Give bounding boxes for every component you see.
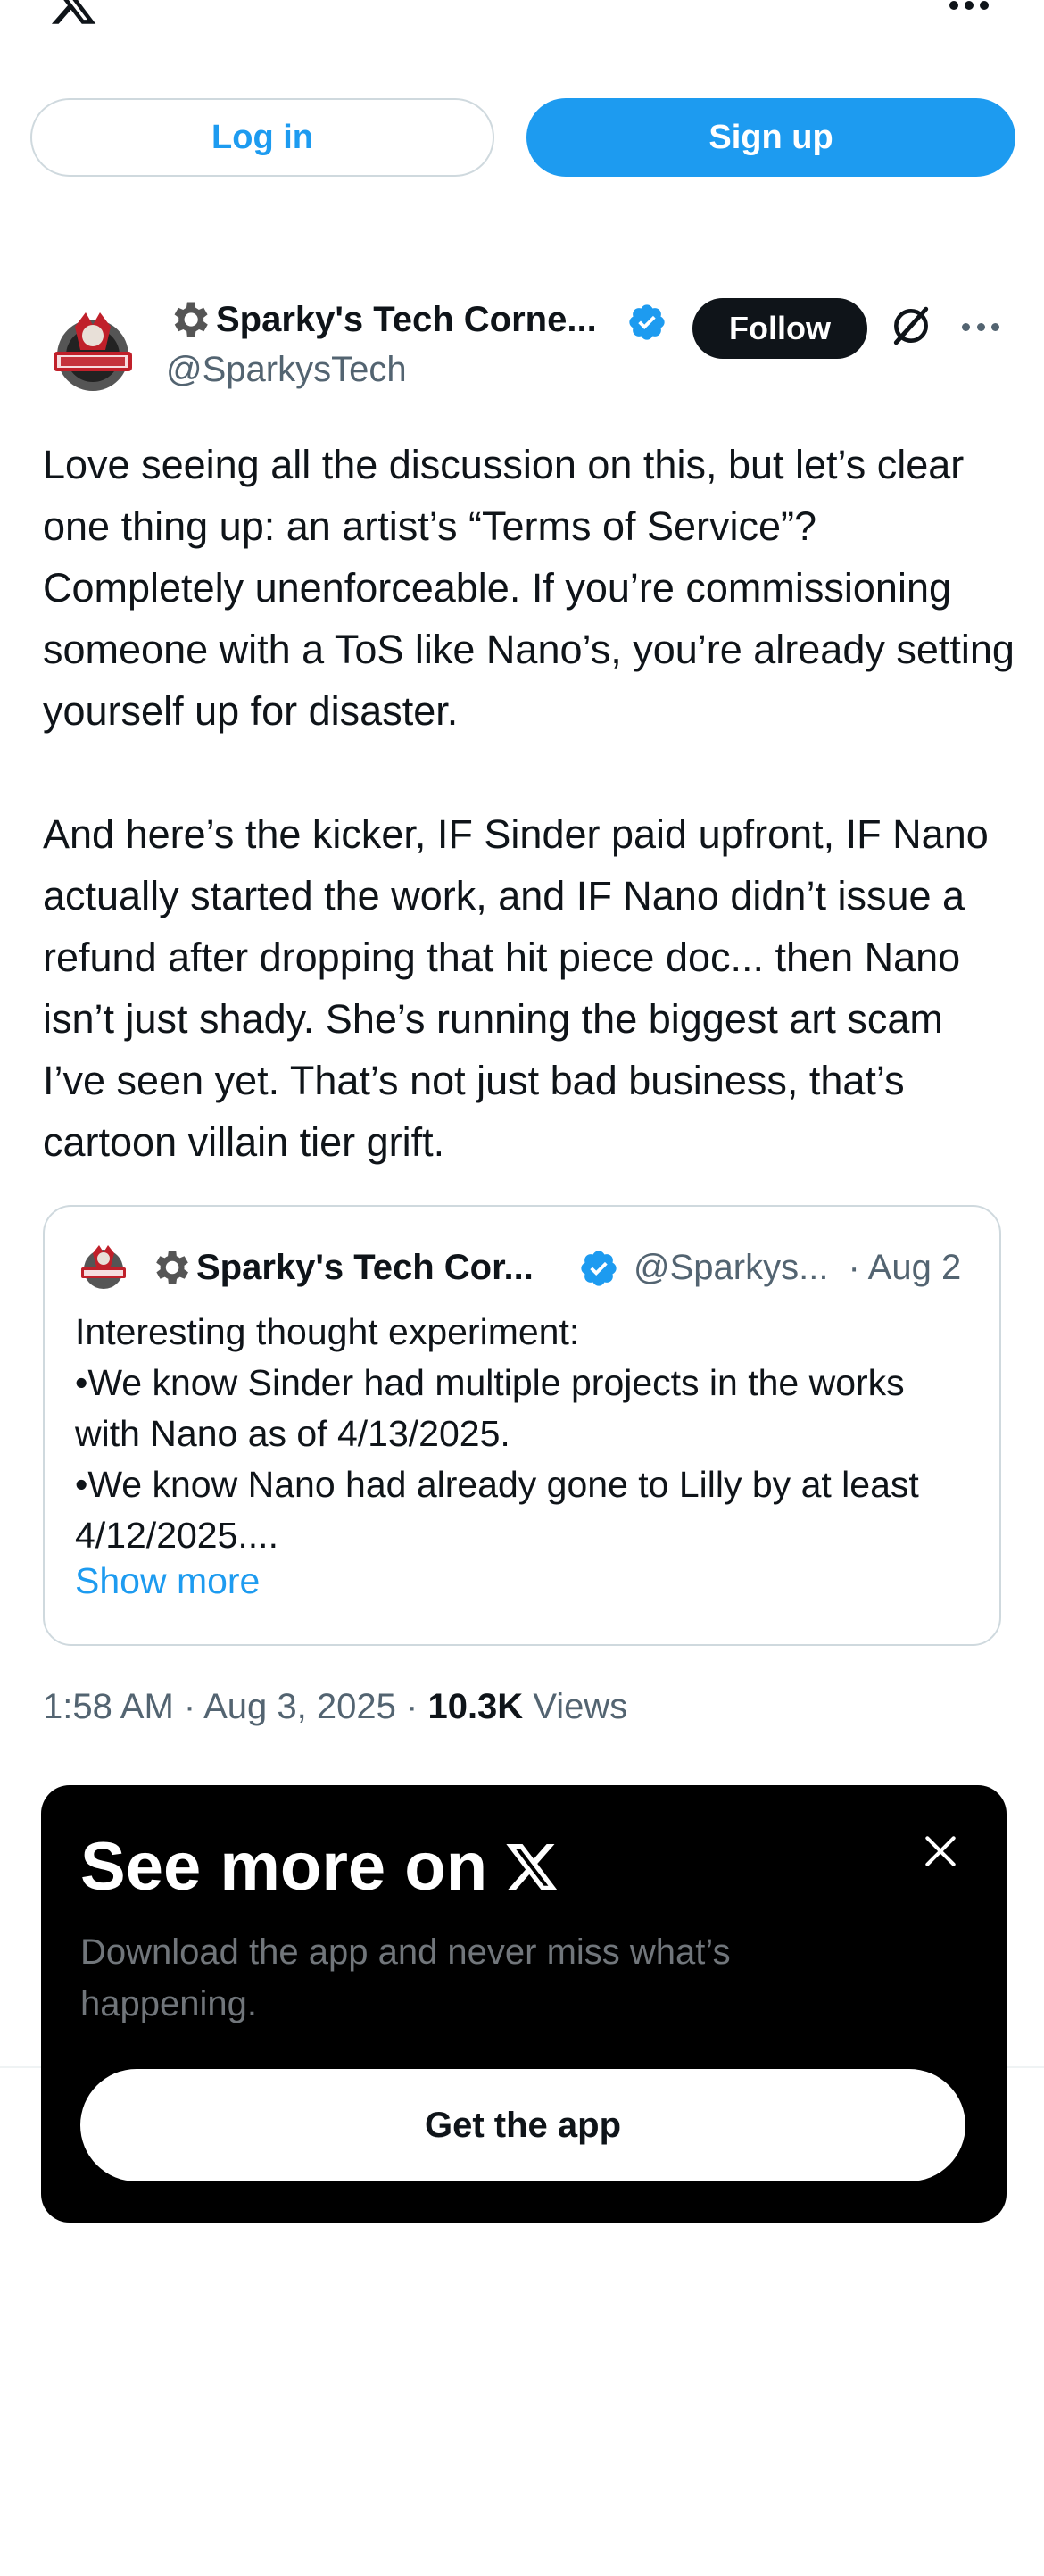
quoted-text: Interesting thought experiment: •We know…	[75, 1307, 976, 1561]
quoted-author-name-text: Sparky's Tech Cor...	[196, 1247, 534, 1287]
follow-button[interactable]: Follow	[692, 298, 867, 359]
show-more-link[interactable]: Show more	[75, 1560, 260, 1602]
verified-badge-icon	[581, 1251, 617, 1286]
separator: ·	[406, 1687, 418, 1726]
app-promo-popup: See more on Download the app and never m…	[41, 1785, 1007, 2223]
tweet-time[interactable]: 1:58 AM	[43, 1687, 174, 1726]
tweet-date[interactable]: Aug 3, 2025	[203, 1687, 396, 1726]
author-name[interactable]: Sparky's Tech Corne...	[166, 295, 597, 345]
quoted-line: •We know Nano had already gone to Lilly …	[75, 1464, 919, 1556]
quoted-handle: @Sparkys...	[634, 1247, 829, 1287]
verified-badge-icon	[629, 304, 665, 340]
tweet-meta: 1:58 AM · Aug 3, 2025 · 10.3K Views	[43, 1687, 627, 1727]
tweet-text: Love seeing all the discussion on this, …	[43, 434, 1015, 1173]
tweet-more-icon[interactable]	[962, 323, 999, 332]
views-count: 10.3K	[427, 1687, 524, 1726]
login-button[interactable]: Log in	[30, 98, 494, 177]
avatar[interactable]	[41, 300, 145, 403]
quoted-date: · Aug 2	[848, 1247, 962, 1287]
quoted-handle-date: @Sparkys... · Aug 2	[634, 1242, 961, 1292]
popup-subtitle: Download the app and never miss what’s h…	[80, 1932, 731, 2023]
gear-icon	[174, 302, 208, 337]
popup-title-text: See more on	[80, 1829, 488, 1905]
get-app-button[interactable]: Get the app	[80, 2069, 965, 2181]
more-options-icon[interactable]	[949, 0, 989, 11]
author-handle[interactable]: @SparkysTech	[166, 350, 407, 390]
x-logo-icon	[506, 1843, 559, 1890]
signup-button[interactable]: Sign up	[526, 98, 1015, 177]
author-name-text: Sparky's Tech Corne...	[216, 299, 597, 339]
quoted-avatar	[75, 1239, 132, 1296]
popup-title: See more on	[80, 1828, 560, 1906]
close-icon[interactable]	[921, 1832, 960, 1871]
grok-icon[interactable]	[889, 303, 933, 348]
quoted-author-name: Sparky's Tech Cor...	[148, 1241, 534, 1294]
quoted-tweet[interactable]: Sparky's Tech Cor... @Sparkys... · Aug 2…	[43, 1205, 1001, 1646]
tweet-paragraph: Love seeing all the discussion on this, …	[43, 442, 1015, 734]
quoted-line: Interesting thought experiment:	[75, 1311, 580, 1352]
views-label: Views	[533, 1687, 628, 1726]
separator: ·	[183, 1687, 196, 1726]
quoted-line: •We know Sinder had multiple projects in…	[75, 1362, 905, 1454]
tweet-paragraph: And here’s the kicker, IF Sinder paid up…	[43, 811, 989, 1165]
gear-icon	[156, 1251, 188, 1284]
x-logo-icon[interactable]	[43, 0, 104, 29]
